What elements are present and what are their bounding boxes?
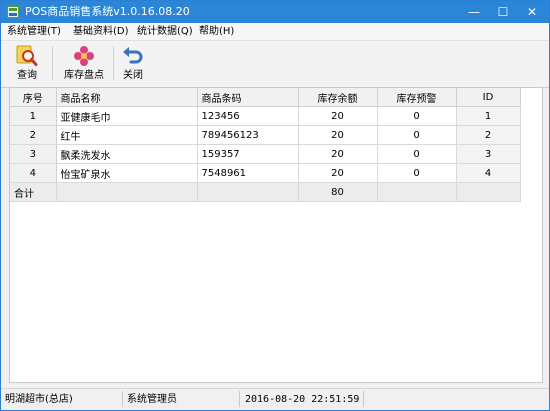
- stock-balance[interactable]: 20: [298, 125, 378, 145]
- magnifier-icon: [16, 45, 38, 66]
- status-store: 明湖超市(总店): [5, 394, 73, 405]
- col-header-barcode[interactable]: 商品条码: [197, 88, 299, 107]
- stock-balance[interactable]: 20: [298, 144, 378, 164]
- stocktake-button[interactable]: 库存盘点: [59, 44, 109, 84]
- row-seq: 4: [10, 163, 57, 183]
- app-window: POS商品销售系统v1.0.16.08.20 — ☐ ✕ 系统管理(T) 基础资…: [0, 0, 550, 411]
- row-seq: 3: [10, 144, 57, 164]
- table-header-row: 序号 商品名称 商品条码 库存余额 库存预警 ID: [10, 88, 521, 107]
- menu-bar: 系统管理(T) 基础资料(D) 统计数据(Q) 帮助(H): [1, 23, 549, 40]
- product-barcode[interactable]: 159357: [197, 144, 299, 164]
- product-barcode[interactable]: 7548961: [197, 163, 299, 183]
- menu-help[interactable]: 帮助(H): [199, 25, 234, 38]
- close-button[interactable]: 关闭: [117, 44, 149, 84]
- total-label: 合计: [10, 182, 57, 202]
- product-id[interactable]: 4: [456, 163, 521, 183]
- status-divider: [363, 391, 364, 407]
- stock-warning[interactable]: 0: [377, 106, 457, 126]
- product-id[interactable]: 3: [456, 144, 521, 164]
- product-id[interactable]: 2: [456, 125, 521, 145]
- stock-balance[interactable]: 20: [298, 163, 378, 183]
- status-divider: [239, 391, 240, 407]
- close-window-button[interactable]: ✕: [517, 1, 547, 23]
- col-header-name[interactable]: 商品名称: [56, 88, 198, 107]
- status-user: 系统管理员: [127, 394, 177, 405]
- col-header-id[interactable]: ID: [456, 88, 521, 107]
- inventory-table: 序号 商品名称 商品条码 库存余额 库存预警 ID 1 亚健康毛巾 123456…: [10, 88, 521, 202]
- query-button[interactable]: 查询: [7, 44, 47, 84]
- table-row[interactable]: 2 红牛 789456123 20 0 2: [10, 125, 521, 145]
- stock-balance[interactable]: 20: [298, 106, 378, 126]
- col-header-seq[interactable]: 序号: [10, 88, 57, 107]
- menu-system[interactable]: 系统管理(T): [7, 25, 61, 38]
- stock-warning[interactable]: 0: [377, 125, 457, 145]
- row-seq: 1: [10, 106, 57, 126]
- table-row[interactable]: 1 亚健康毛巾 123456 20 0 1: [10, 106, 521, 126]
- stocktake-label: 库存盘点: [64, 70, 104, 81]
- status-bar: 明湖超市(总店) 系统管理员 2016-08-20 22:51:59: [1, 388, 549, 410]
- minimize-button[interactable]: —: [459, 1, 489, 23]
- total-empty-cell: [377, 182, 457, 202]
- col-header-warn[interactable]: 库存预警: [377, 88, 457, 107]
- stock-warning[interactable]: 0: [377, 163, 457, 183]
- total-empty-cell: [456, 182, 521, 202]
- total-empty-cell: [56, 182, 198, 202]
- table-row[interactable]: 4 怡宝矿泉水 7548961 20 0 4: [10, 163, 521, 183]
- product-barcode[interactable]: 789456123: [197, 125, 299, 145]
- title-bar[interactable]: POS商品销售系统v1.0.16.08.20 — ☐ ✕: [1, 1, 549, 23]
- toolbar: 查询 库存盘点 关闭: [1, 40, 549, 88]
- stock-flower-icon: [74, 46, 94, 66]
- inventory-grid[interactable]: 序号 商品名称 商品条码 库存余额 库存预警 ID 1 亚健康毛巾 123456…: [9, 87, 543, 383]
- close-label: 关闭: [123, 70, 143, 81]
- query-label: 查询: [17, 70, 37, 81]
- table-row[interactable]: 3 飘柔洗发水 159357 20 0 3: [10, 144, 521, 164]
- maximize-button[interactable]: ☐: [488, 1, 518, 23]
- toolbar-separator: [52, 46, 53, 80]
- product-name[interactable]: 红牛: [56, 125, 198, 145]
- window-title: POS商品销售系统v1.0.16.08.20: [25, 5, 190, 18]
- product-barcode[interactable]: 123456: [197, 106, 299, 126]
- stock-warning[interactable]: 0: [377, 144, 457, 164]
- col-header-stock[interactable]: 库存余额: [298, 88, 378, 107]
- product-name[interactable]: 飘柔洗发水: [56, 144, 198, 164]
- menu-basic-data[interactable]: 基础资料(D): [73, 25, 129, 38]
- total-stock: 80: [298, 182, 378, 202]
- row-seq: 2: [10, 125, 57, 145]
- toolbar-separator: [113, 46, 114, 80]
- product-name[interactable]: 亚健康毛巾: [56, 106, 198, 126]
- undo-arrow-icon: [123, 47, 143, 64]
- product-id[interactable]: 1: [456, 106, 521, 126]
- menu-statistics[interactable]: 统计数据(Q): [137, 25, 193, 38]
- total-empty-cell: [197, 182, 299, 202]
- status-divider: [122, 391, 123, 407]
- total-row: 合计 80: [10, 182, 521, 202]
- product-name[interactable]: 怡宝矿泉水: [56, 163, 198, 183]
- app-icon: [7, 6, 19, 18]
- status-datetime: 2016-08-20 22:51:59: [245, 394, 360, 405]
